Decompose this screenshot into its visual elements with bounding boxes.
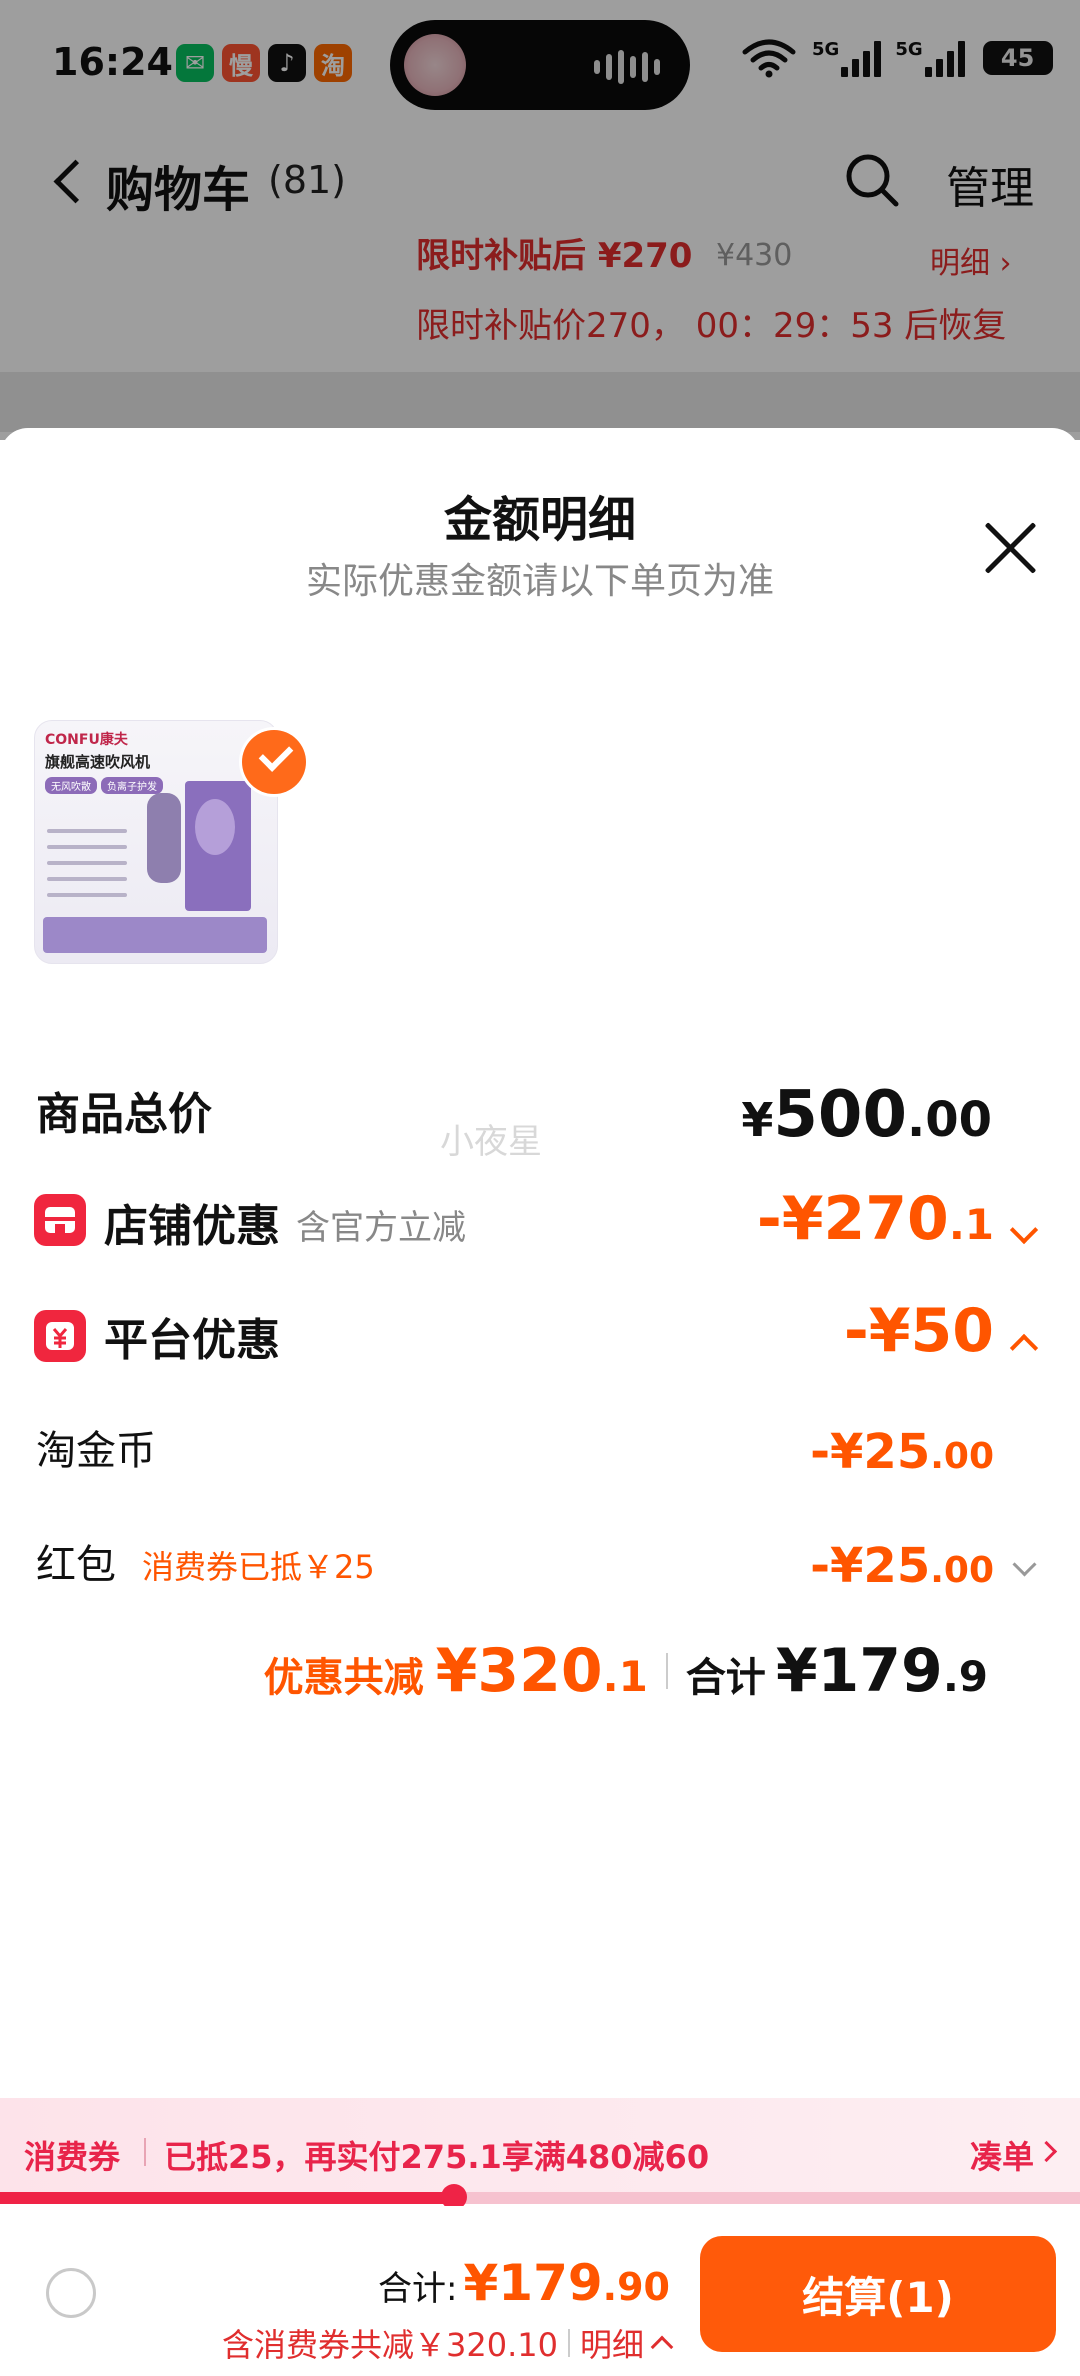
close-icon[interactable] [980,518,1040,578]
amount-detail-sheet: 金额明细 实际优惠金额请以下单页为准 CONFU康夫 旗舰高速吹风机 无风吹散负… [0,428,1080,2376]
selected-check-icon[interactable] [242,730,306,794]
coupon-progress-text: 已抵25，再实付275.1享满480减60 [164,2138,710,2176]
platform-discount-value[interactable]: -¥50 [844,1296,994,1366]
modal-overlay[interactable] [0,0,1080,440]
add-items-link[interactable]: 凑单 [970,2132,1034,2178]
bottom-discount-detail[interactable]: 含消费券共减￥320.10 明细 [222,2320,674,2366]
select-all-radio[interactable] [46,2268,96,2318]
checkout-button[interactable]: 结算(1) [700,2236,1056,2352]
product-box-image [185,781,251,911]
discount-summary: 优惠共减 ¥320.1 合计 ¥179.9 [263,1636,988,1706]
chevron-up-icon [650,2335,674,2359]
coupon-bar[interactable]: 消费券 已抵25，再实付275.1享满480减60 凑单 [0,2098,1080,2202]
coupon-progress-bar [0,2184,1080,2210]
store-discount-label: 店铺优惠 [104,1201,280,1252]
gold-coin-value: -¥25.00 [810,1424,994,1480]
watermark: 小夜星 [440,1122,542,1162]
checkout-bar: 合计: ¥179.90 含消费券共减￥320.10 明细 结算(1) [0,2206,1080,2376]
store-icon [34,1194,86,1246]
sheet-title: 金额明细 [443,492,636,548]
store-discount-note: 含官方立减 [296,1208,466,1248]
red-packet-note: 消费券已抵￥25 [142,1548,375,1586]
total-price-value: ¥500.00 [741,1078,992,1152]
chevron-up-icon[interactable] [1009,1333,1039,1363]
hair-dryer-image [147,793,181,883]
chevron-down-icon[interactable] [1012,1552,1037,1577]
sheet-subtitle: 实际优惠金额请以下单页为准 [305,561,774,602]
platform-discount-label: 平台优惠 [104,1315,280,1366]
store-discount-value[interactable]: -¥270.1 [757,1184,994,1254]
bottom-total: 合计: ¥179.90 [378,2254,670,2312]
gold-coin-label: 淘金币 [36,1428,156,1474]
platform-icon [34,1310,86,1362]
coupon-label: 消费券 [24,2138,121,2176]
red-packet-value[interactable]: -¥25.00 [810,1538,994,1594]
red-packet-label: 红包 [36,1542,116,1588]
chevron-right-icon [1035,2140,1058,2163]
total-price-label: 商品总价 [36,1089,212,1140]
chevron-down-icon[interactable] [1009,1215,1039,1245]
